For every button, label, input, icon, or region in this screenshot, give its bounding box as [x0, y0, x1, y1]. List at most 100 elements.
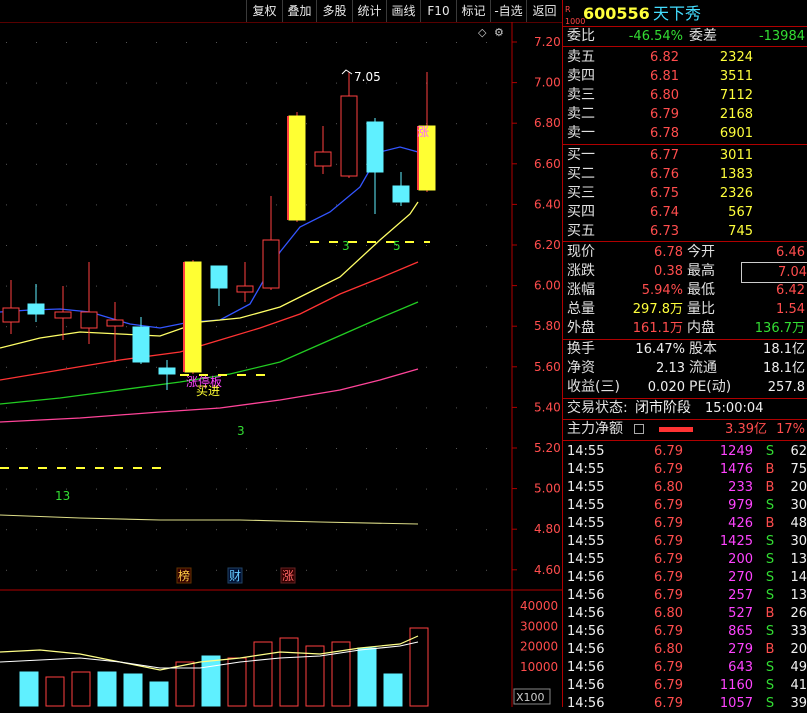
trade-direction: S — [765, 660, 775, 675]
volume-bar — [227, 657, 247, 707]
self-select-button[interactable]: -自选 — [490, 0, 526, 22]
bid-price: 6.77 — [650, 148, 679, 163]
fundamental-value: 257.8 — [767, 380, 805, 395]
bid-label: 买二 — [567, 166, 595, 182]
fundamental-value: 18.1亿 — [763, 361, 805, 376]
trade-price: 6.79 — [654, 660, 683, 675]
trade-count: 30 — [790, 534, 807, 549]
bid-row[interactable]: 买三 6.75 2326 — [563, 184, 807, 203]
volume-bar — [149, 681, 169, 707]
table-row: 14:56 6.79 270 S 14 — [563, 568, 807, 587]
bid-volume: 745 — [728, 224, 753, 239]
price-axis: 7.20 7.00 6.80 6.60 6.40 6.20 6.00 5.80 5.60 5.40… — [512, 35, 561, 577]
trade-count: 14 — [790, 570, 807, 585]
table-row: 14:56 6.80 527 B 26 — [563, 604, 807, 623]
price-tick-label: 4.60 — [534, 563, 561, 577]
trade-volume: 426 — [728, 516, 753, 531]
quote-label: 量比 — [687, 301, 715, 317]
bid-row[interactable]: 买一 6.77 3011 — [563, 146, 807, 165]
volume-bar — [357, 647, 377, 707]
quote-value: 1.54 — [776, 302, 805, 317]
f10-button[interactable]: F10 — [420, 0, 456, 22]
draw-line-button[interactable]: 画线 — [386, 0, 420, 22]
volume-bar — [123, 673, 143, 707]
event-tag-rank[interactable]: 榜 — [178, 568, 190, 583]
overlay-button[interactable]: 叠加 — [282, 0, 316, 22]
fundamental-label: PE(动) — [689, 379, 732, 395]
trade-volume: 1160 — [719, 678, 753, 693]
trade-time: 14:55 — [567, 462, 605, 477]
ask-row[interactable]: 卖四 6.81 3511 — [563, 67, 807, 86]
restore-rights-button[interactable]: 复权 — [246, 0, 282, 22]
candle-body — [210, 265, 228, 289]
trade-price: 6.79 — [654, 588, 683, 603]
trade-count: 49 — [790, 660, 807, 675]
quote-value: 136.7万 — [754, 321, 805, 336]
settings-icon[interactable]: ⚙ — [494, 26, 504, 39]
bid-row[interactable]: 买二 6.76 1383 — [563, 165, 807, 184]
diamond-icon[interactable]: ◇ — [478, 26, 487, 39]
trade-volume: 979 — [728, 498, 753, 513]
list-icon[interactable] — [634, 424, 644, 434]
ask-row[interactable]: 卖二 6.79 2168 — [563, 105, 807, 124]
trade-direction: S — [765, 678, 775, 693]
volume-group — [19, 627, 429, 707]
table-row: 14:56 6.79 1057 S 39 — [563, 694, 807, 713]
chart-toolbar: 复权 叠加 多股 统计 画线 F10 标记 -自选 返回 — [0, 0, 562, 22]
order-diff-label: 委差 — [689, 28, 717, 44]
trade-price: 6.79 — [654, 570, 683, 585]
fundamental-row: 收益(三) 0.020 PE(动) 257.8 — [563, 378, 807, 397]
candle-body — [54, 311, 72, 319]
quote-label: 涨跌 — [567, 263, 595, 279]
ask-row[interactable]: 卖三 6.80 7112 — [563, 86, 807, 105]
price-tick-label: 5.80 — [534, 319, 561, 333]
bid-row[interactable]: 买四 6.74 567 — [563, 203, 807, 222]
ask-row[interactable]: 卖五 6.82 2324 — [563, 48, 807, 67]
volume-bar — [97, 671, 117, 707]
mark-button[interactable]: 标记 — [456, 0, 490, 22]
candle-body — [392, 185, 410, 203]
trade-direction: S — [765, 498, 775, 513]
ma-line-pale-yellow — [0, 514, 419, 525]
trade-volume: 279 — [728, 642, 753, 657]
trade-time: 14:56 — [567, 696, 605, 711]
back-button[interactable]: 返回 — [526, 0, 562, 22]
quote-value: 161.1万 — [632, 321, 683, 336]
volume-bar — [253, 641, 273, 707]
candlestick-chart[interactable]: 7.20 7.00 6.80 6.60 6.40 6.20 6.00 5.80 5.60 5.40… — [0, 22, 562, 707]
trade-volume: 200 — [728, 552, 753, 567]
table-row: 14:55 6.79 1476 B 75 — [563, 460, 807, 479]
quote-label: 涨幅 — [567, 282, 595, 298]
volume-tick-label: 20000 — [520, 640, 558, 654]
order-ratio-label: 委比 — [567, 28, 595, 44]
multi-stock-button[interactable]: 多股 — [316, 0, 352, 22]
trade-direction: B — [765, 642, 775, 657]
table-row: 14:56 6.79 1160 S 41 — [563, 676, 807, 695]
trade-count: 33 — [790, 624, 807, 639]
main-net-row[interactable]: 主力净额 3.39亿 17% — [563, 420, 807, 439]
bid-row[interactable]: 买五 6.73 745 — [563, 222, 807, 241]
quote-label: 现价 — [567, 244, 595, 260]
table-row: 14:55 6.79 200 S 13 — [563, 550, 807, 569]
ask-volume: 3511 — [719, 69, 753, 84]
trade-volume: 865 — [728, 624, 753, 639]
candle-body — [314, 151, 332, 167]
trade-count: 75 — [790, 462, 807, 477]
candle-body — [288, 115, 306, 221]
trade-time: 14:56 — [567, 660, 605, 675]
event-tag-limit-up[interactable]: 涨 — [282, 568, 294, 583]
ask-label: 卖五 — [567, 49, 595, 65]
trade-volume: 1425 — [719, 534, 753, 549]
candle-body — [236, 285, 254, 293]
candle-body — [80, 311, 98, 329]
event-tag-finance[interactable]: 财 — [229, 569, 241, 583]
trade-count: 62 — [790, 444, 807, 459]
quote-row: 现价 6.78 今开 6.46 — [563, 243, 807, 262]
statistics-button[interactable]: 统计 — [352, 0, 386, 22]
ask-row[interactable]: 卖一 6.78 6901 — [563, 124, 807, 143]
volume-bar — [383, 673, 403, 707]
trade-time: 14:56 — [567, 570, 605, 585]
trade-price: 6.80 — [654, 480, 683, 495]
table-row: 14:55 6.79 426 B 48 — [563, 514, 807, 533]
trade-direction: B — [765, 606, 775, 621]
